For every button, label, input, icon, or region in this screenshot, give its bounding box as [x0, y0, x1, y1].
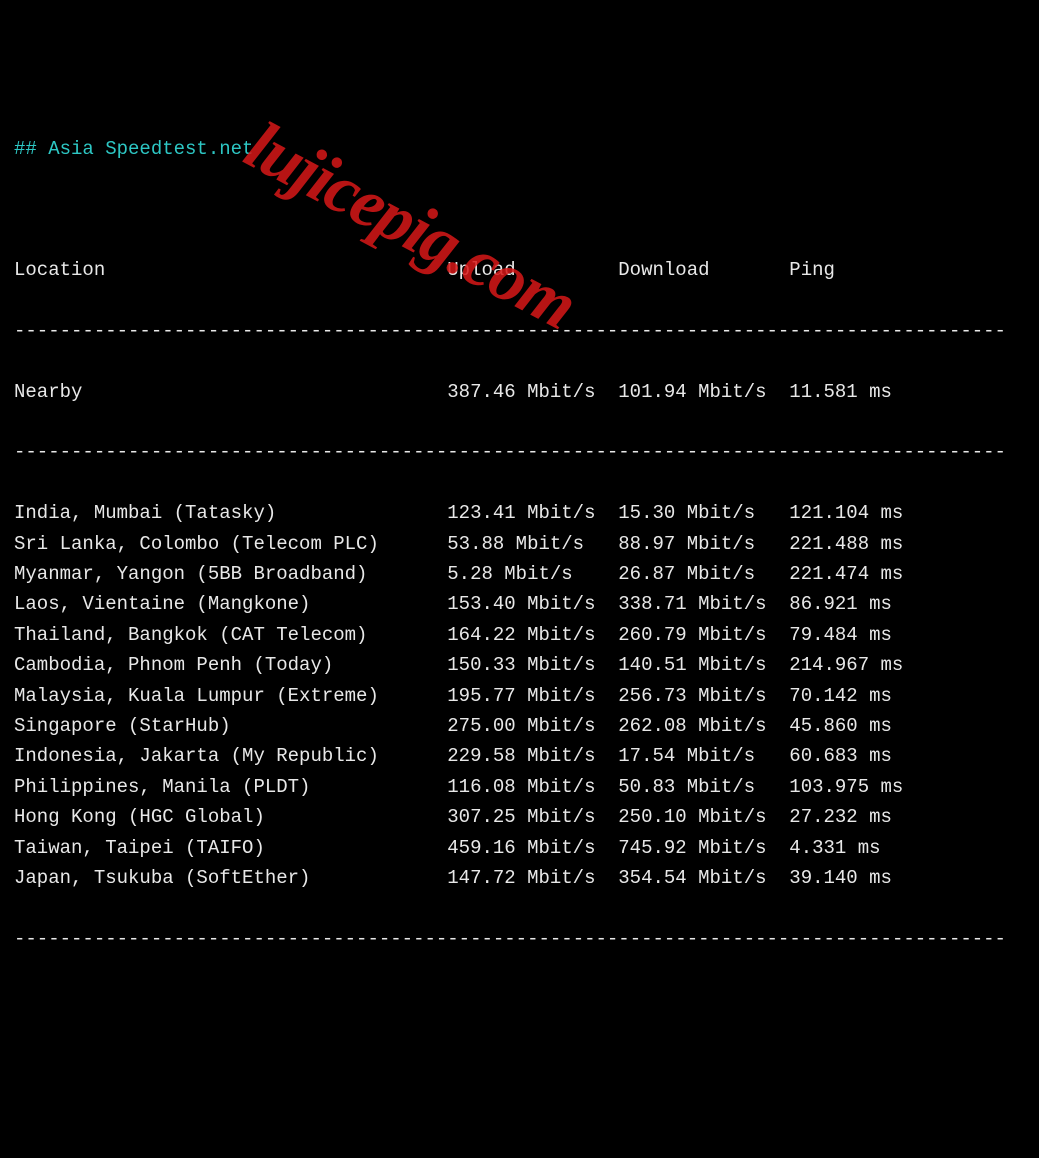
header-upload: Upload	[447, 255, 618, 285]
data-row: Cambodia, Phnom Penh (Today)150.33 Mbit/…	[14, 650, 1025, 680]
row-ping: 4.331 ms	[789, 833, 880, 863]
row-download: 354.54 Mbit/s	[618, 863, 789, 893]
row-upload: 459.16 Mbit/s	[447, 833, 618, 863]
row-upload: 229.58 Mbit/s	[447, 741, 618, 771]
row-location: Singapore (StarHub)	[14, 711, 447, 741]
row-upload: 123.41 Mbit/s	[447, 498, 618, 528]
row-upload: 164.22 Mbit/s	[447, 620, 618, 650]
data-row: Indonesia, Jakarta (My Republic)229.58 M…	[14, 741, 1025, 771]
row-ping: 70.142 ms	[789, 681, 892, 711]
data-row: Hong Kong (HGC Global)307.25 Mbit/s250.1…	[14, 802, 1025, 832]
divider: ----------------------------------------…	[14, 924, 1025, 954]
blank-line	[14, 194, 1025, 224]
row-download: 26.87 Mbit/s	[618, 559, 789, 589]
data-row: Taiwan, Taipei (TAIFO)459.16 Mbit/s745.9…	[14, 833, 1025, 863]
data-row: Singapore (StarHub)275.00 Mbit/s262.08 M…	[14, 711, 1025, 741]
divider: ----------------------------------------…	[14, 316, 1025, 346]
row-location: Laos, Vientaine (Mangkone)	[14, 589, 447, 619]
data-row: Malaysia, Kuala Lumpur (Extreme)195.77 M…	[14, 681, 1025, 711]
row-location: Malaysia, Kuala Lumpur (Extreme)	[14, 681, 447, 711]
row-download: 745.92 Mbit/s	[618, 833, 789, 863]
row-download: 140.51 Mbit/s	[618, 650, 789, 680]
nearby-download: 101.94 Mbit/s	[618, 377, 789, 407]
row-ping: 45.860 ms	[789, 711, 892, 741]
divider: ----------------------------------------…	[14, 437, 1025, 467]
header-location: Location	[14, 255, 447, 285]
row-upload: 147.72 Mbit/s	[447, 863, 618, 893]
data-rows: India, Mumbai (Tatasky)123.41 Mbit/s15.3…	[14, 498, 1025, 893]
row-upload: 150.33 Mbit/s	[447, 650, 618, 680]
row-download: 260.79 Mbit/s	[618, 620, 789, 650]
row-ping: 39.140 ms	[789, 863, 892, 893]
nearby-ping: 11.581 ms	[789, 377, 892, 407]
header-row: LocationUploadDownloadPing	[14, 255, 1025, 285]
nearby-location: Nearby	[14, 377, 447, 407]
row-location: Thailand, Bangkok (CAT Telecom)	[14, 620, 447, 650]
row-location: Japan, Tsukuba (SoftEther)	[14, 863, 447, 893]
row-download: 338.71 Mbit/s	[618, 589, 789, 619]
row-location: Hong Kong (HGC Global)	[14, 802, 447, 832]
data-row: Japan, Tsukuba (SoftEther)147.72 Mbit/s3…	[14, 863, 1025, 893]
row-ping: 214.967 ms	[789, 650, 903, 680]
row-ping: 103.975 ms	[789, 772, 903, 802]
row-download: 50.83 Mbit/s	[618, 772, 789, 802]
header-ping: Ping	[789, 255, 835, 285]
header-download: Download	[618, 255, 789, 285]
row-location: India, Mumbai (Tatasky)	[14, 498, 447, 528]
row-ping: 221.488 ms	[789, 529, 903, 559]
data-row: Myanmar, Yangon (5BB Broadband)5.28 Mbit…	[14, 559, 1025, 589]
row-location: Taiwan, Taipei (TAIFO)	[14, 833, 447, 863]
row-upload: 153.40 Mbit/s	[447, 589, 618, 619]
row-upload: 5.28 Mbit/s	[447, 559, 618, 589]
data-row: Laos, Vientaine (Mangkone)153.40 Mbit/s3…	[14, 589, 1025, 619]
row-upload: 116.08 Mbit/s	[447, 772, 618, 802]
row-download: 88.97 Mbit/s	[618, 529, 789, 559]
row-upload: 275.00 Mbit/s	[447, 711, 618, 741]
row-location: Indonesia, Jakarta (My Republic)	[14, 741, 447, 771]
row-upload: 195.77 Mbit/s	[447, 681, 618, 711]
section-title: ## Asia Speedtest.net	[14, 134, 1025, 164]
nearby-upload: 387.46 Mbit/s	[447, 377, 618, 407]
row-download: 262.08 Mbit/s	[618, 711, 789, 741]
row-location: Philippines, Manila (PLDT)	[14, 772, 447, 802]
data-row: India, Mumbai (Tatasky)123.41 Mbit/s15.3…	[14, 498, 1025, 528]
data-row: Thailand, Bangkok (CAT Telecom)164.22 Mb…	[14, 620, 1025, 650]
row-download: 250.10 Mbit/s	[618, 802, 789, 832]
row-ping: 86.921 ms	[789, 589, 892, 619]
row-ping: 60.683 ms	[789, 741, 892, 771]
row-ping: 27.232 ms	[789, 802, 892, 832]
row-ping: 221.474 ms	[789, 559, 903, 589]
data-row: Sri Lanka, Colombo (Telecom PLC)53.88 Mb…	[14, 529, 1025, 559]
row-ping: 121.104 ms	[789, 498, 903, 528]
row-location: Myanmar, Yangon (5BB Broadband)	[14, 559, 447, 589]
row-location: Cambodia, Phnom Penh (Today)	[14, 650, 447, 680]
row-download: 256.73 Mbit/s	[618, 681, 789, 711]
row-download: 17.54 Mbit/s	[618, 741, 789, 771]
row-download: 15.30 Mbit/s	[618, 498, 789, 528]
row-ping: 79.484 ms	[789, 620, 892, 650]
row-upload: 307.25 Mbit/s	[447, 802, 618, 832]
row-location: Sri Lanka, Colombo (Telecom PLC)	[14, 529, 447, 559]
data-row: Philippines, Manila (PLDT)116.08 Mbit/s5…	[14, 772, 1025, 802]
nearby-row: Nearby387.46 Mbit/s101.94 Mbit/s11.581 m…	[14, 377, 1025, 407]
row-upload: 53.88 Mbit/s	[447, 529, 618, 559]
